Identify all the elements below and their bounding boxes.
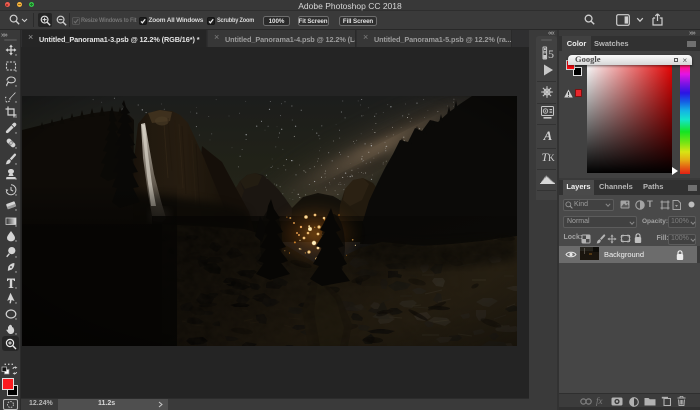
svg-text:5: 5 <box>548 47 554 60</box>
